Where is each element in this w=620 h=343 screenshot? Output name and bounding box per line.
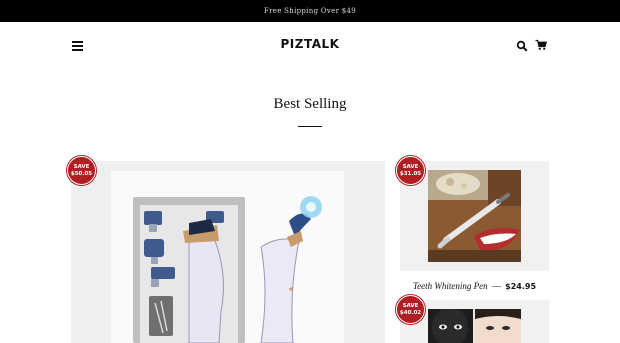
- badge-save-amount: $50.05: [70, 170, 93, 177]
- price-separator: —: [491, 281, 501, 291]
- badge-save-label: SAVE: [73, 163, 90, 170]
- section-title: Best Selling: [273, 96, 347, 112]
- save-badge: SAVE $31.05: [396, 156, 425, 185]
- badge-save-label: SAVE: [402, 163, 419, 170]
- product-image-face-mask[interactable]: [428, 309, 521, 343]
- product-price: $24.95: [505, 282, 537, 291]
- blackhead-remover-illustration: [144, 196, 322, 343]
- title-divider: [298, 126, 322, 127]
- product-name[interactable]: Teeth Whitening Pen: [413, 281, 488, 291]
- product-image-teeth-whitening-pen[interactable]: [428, 170, 521, 262]
- save-badge: SAVE $40.02: [396, 295, 425, 324]
- site-header: PIZTALK: [0, 22, 620, 68]
- cart-icon[interactable]: [535, 38, 547, 50]
- announcement-text: Free Shipping Over $49: [263, 7, 357, 15]
- product-caption[interactable]: Teeth Whitening Pen — $24.95: [400, 281, 549, 291]
- search-icon[interactable]: [516, 39, 528, 52]
- badge-save-amount: $40.02: [399, 309, 422, 316]
- save-badge: SAVE $50.05: [67, 156, 96, 185]
- announcement-bar: Free Shipping Over $49: [0, 0, 620, 22]
- badge-save-amount: $31.05: [399, 170, 422, 177]
- badge-save-label: SAVE: [402, 302, 419, 309]
